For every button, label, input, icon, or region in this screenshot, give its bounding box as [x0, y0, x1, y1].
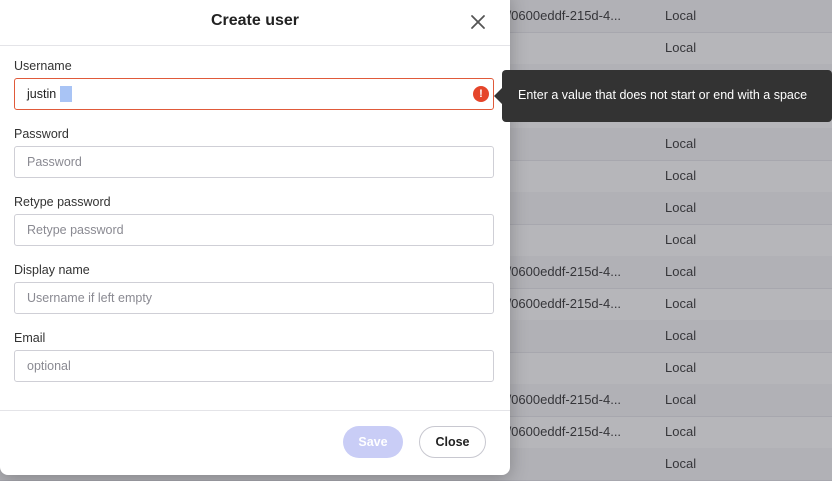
email-input[interactable]	[14, 350, 494, 382]
save-button[interactable]: Save	[343, 426, 403, 458]
display-name-label: Display name	[14, 263, 90, 277]
email-label: Email	[14, 331, 46, 345]
dialog-header: Create user	[0, 0, 510, 46]
tooltip-arrow	[494, 88, 502, 104]
username-label: Username	[14, 59, 72, 73]
error-icon: !	[473, 86, 489, 102]
create-user-dialog: Create user Username justin ! Password R…	[0, 0, 510, 475]
retype-password-input[interactable]	[14, 214, 494, 246]
username-value: justin	[27, 87, 57, 101]
password-input[interactable]	[14, 146, 494, 178]
username-input[interactable]: justin !	[14, 78, 494, 110]
retype-password-label: Retype password	[14, 195, 111, 209]
tooltip-text: Enter a value that does not start or end…	[518, 88, 808, 102]
validation-tooltip: Enter a value that does not start or end…	[502, 70, 832, 122]
dialog-footer: Save Close	[0, 410, 510, 476]
password-label: Password	[14, 127, 69, 141]
close-button[interactable]: Close	[419, 426, 486, 458]
display-name-input[interactable]	[14, 282, 494, 314]
close-icon[interactable]	[468, 12, 488, 32]
dialog-title: Create user	[210, 12, 300, 29]
text-selection	[60, 86, 72, 102]
